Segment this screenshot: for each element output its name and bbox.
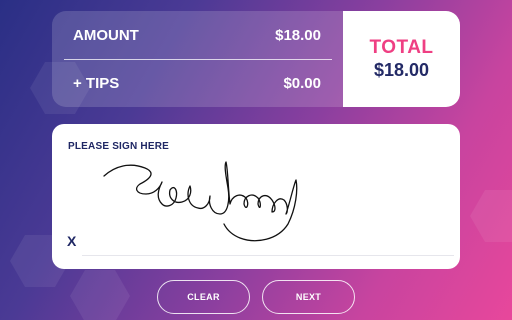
signature-pad[interactable]: PLEASE SIGN HERE X — [52, 124, 460, 269]
amount-row: AMOUNT $18.00 — [52, 11, 343, 59]
tips-row: + TIPS $0.00 — [52, 59, 343, 107]
total-value: $18.00 — [373, 60, 430, 80]
signature-prompt: PLEASE SIGN HERE — [68, 141, 169, 152]
signature-stroke-icon — [103, 161, 298, 242]
summary-breakdown: AMOUNT $18.00 + TIPS $0.00 — [52, 11, 343, 107]
tips-label: + TIPS — [73, 74, 120, 92]
background-hexagon — [470, 190, 512, 242]
total-panel: TOTAL $18.00 — [343, 11, 460, 107]
signature-x-mark: X — [67, 233, 77, 249]
background-hexagon — [70, 270, 130, 320]
amount-value: $18.00 — [275, 26, 321, 44]
signature-baseline — [82, 255, 454, 256]
total-label: TOTAL — [369, 37, 434, 58]
payment-summary: AMOUNT $18.00 + TIPS $0.00 TOTAL $18.00 — [52, 11, 460, 107]
tips-value: $0.00 — [283, 74, 321, 92]
amount-label: AMOUNT — [73, 26, 139, 44]
clear-button[interactable]: CLEAR — [157, 280, 250, 314]
next-button[interactable]: NEXT — [262, 280, 355, 314]
